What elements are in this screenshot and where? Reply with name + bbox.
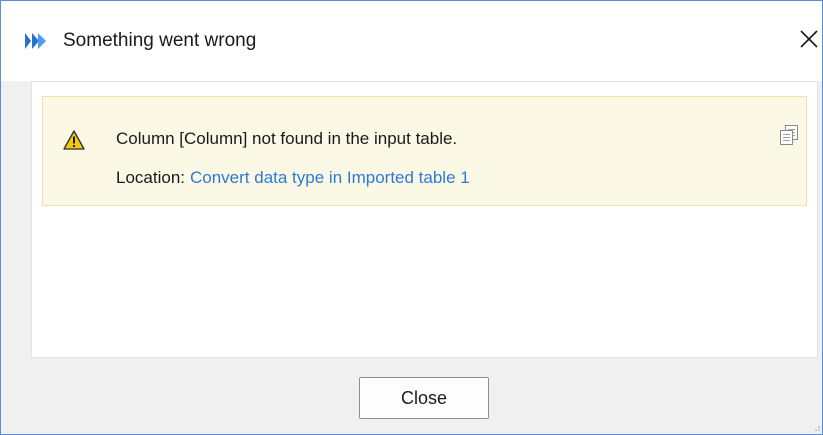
warning-icon <box>63 130 85 150</box>
error-dialog: Something went wrong Column [Column] not… <box>0 0 823 435</box>
location-link[interactable]: Convert data type in Imported table 1 <box>190 168 470 187</box>
close-icon[interactable] <box>797 27 821 51</box>
title-bar: Something went wrong <box>1 1 822 81</box>
content-panel: Column [Column] not found in the input t… <box>31 81 818 358</box>
close-button[interactable]: Close <box>359 377 489 419</box>
location-line: Location: Convert data type in Imported t… <box>116 167 470 189</box>
error-message-box: Column [Column] not found in the input t… <box>42 96 807 206</box>
app-logo-icon <box>25 33 46 49</box>
error-message: Column [Column] not found in the input t… <box>116 129 458 148</box>
location-label: Location: <box>116 168 185 187</box>
dialog-title: Something went wrong <box>63 30 257 51</box>
resize-grip-icon[interactable] <box>811 422 821 432</box>
copy-icon[interactable] <box>779 124 799 146</box>
